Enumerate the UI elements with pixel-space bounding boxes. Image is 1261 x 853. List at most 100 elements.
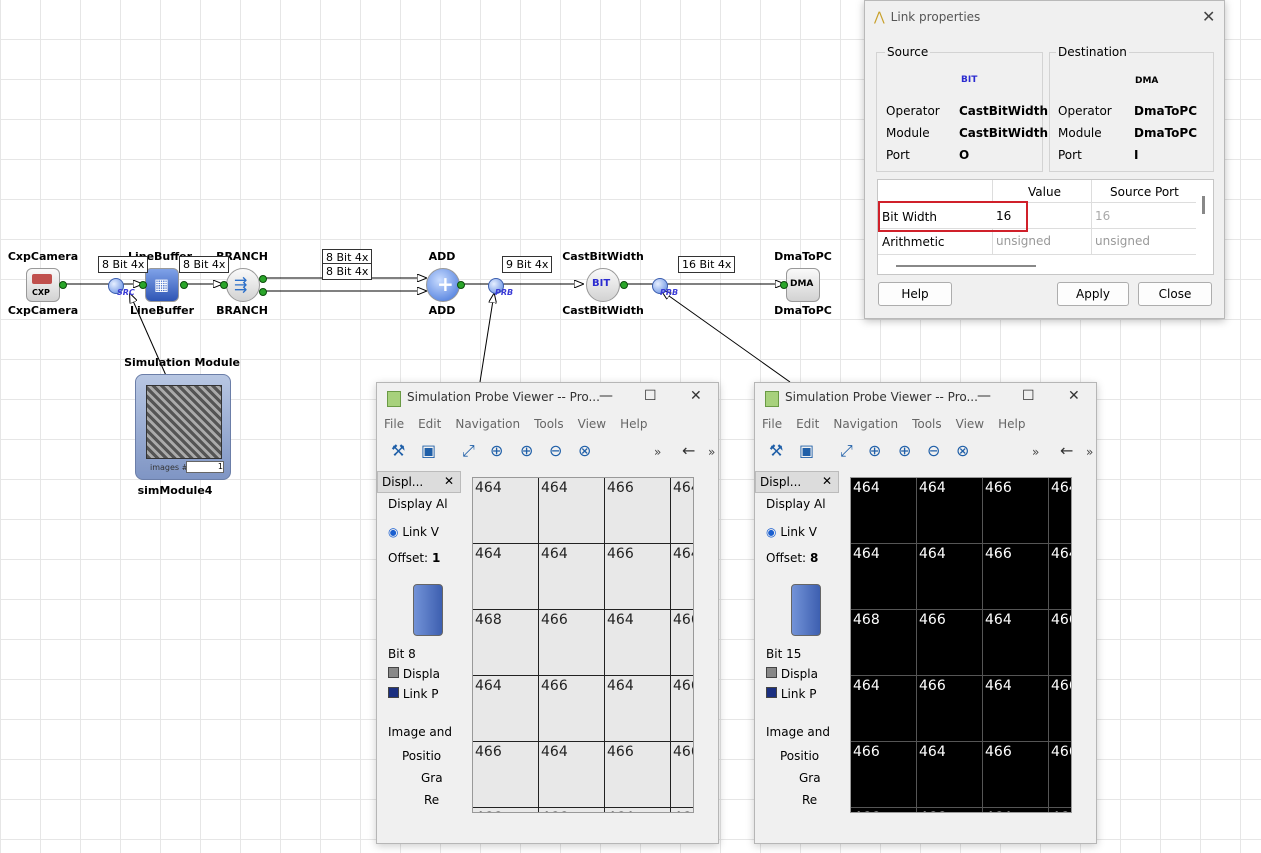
link-tag[interactable]: 8 Bit 4x bbox=[179, 256, 230, 273]
offset-row: Offset: 8 bbox=[766, 551, 818, 565]
close-icon[interactable]: ✕ bbox=[444, 474, 454, 488]
link-tag[interactable]: 16 Bit 4x bbox=[678, 256, 736, 273]
output-port[interactable] bbox=[259, 288, 267, 296]
source-port-label: Port bbox=[886, 148, 910, 162]
menu-tools[interactable]: Tools bbox=[527, 417, 571, 437]
link-checkbox[interactable]: Link P bbox=[766, 687, 816, 701]
menu-navigation[interactable]: Navigation bbox=[448, 417, 527, 437]
chevron-right-icon[interactable]: » bbox=[1086, 445, 1093, 459]
menu-edit[interactable]: Edit bbox=[411, 417, 448, 437]
pixel-cell: 464 bbox=[917, 742, 983, 808]
vertical-scrollbar[interactable] bbox=[1202, 196, 1205, 214]
output-port[interactable] bbox=[180, 281, 188, 289]
pixel-cell: 466 bbox=[539, 676, 605, 742]
column-header-value[interactable]: Value bbox=[1028, 185, 1061, 199]
panel-tab[interactable]: Displ... ✕ bbox=[755, 471, 839, 493]
input-port[interactable] bbox=[220, 281, 228, 289]
input-port[interactable] bbox=[780, 281, 788, 289]
save-icon[interactable]: ▣ bbox=[799, 441, 814, 460]
dialog-titlebar[interactable]: ⋀ Link properties bbox=[865, 1, 1224, 33]
link-tag[interactable]: 8 Bit 4x bbox=[322, 263, 373, 280]
zoom-fit-icon[interactable]: ⊕ bbox=[868, 441, 881, 460]
maximize-icon[interactable]: ☐ bbox=[1022, 388, 1035, 404]
pixel-cell: 468 bbox=[473, 610, 539, 676]
maximize-icon[interactable]: ☐ bbox=[644, 388, 657, 404]
menu-help[interactable]: Help bbox=[991, 417, 1032, 437]
minimize-icon[interactable]: — bbox=[599, 388, 613, 404]
close-icon[interactable]: ✕ bbox=[822, 474, 832, 488]
link-radio[interactable]: ◉ Link V bbox=[766, 525, 817, 539]
tools-icon[interactable]: ⚒ bbox=[769, 441, 783, 460]
input-port[interactable] bbox=[139, 281, 147, 289]
offset-row: Offset: 1 bbox=[388, 551, 440, 565]
dest-port-value: I bbox=[1134, 148, 1139, 162]
link-checkbox[interactable]: Link P bbox=[388, 687, 438, 701]
menu-file[interactable]: File bbox=[755, 417, 789, 437]
zoom-in-icon[interactable]: ⊕ bbox=[520, 441, 533, 460]
node-top-label: DmaToPC bbox=[774, 250, 832, 263]
pixel-grid[interactable]: 4644644664644644644664644684664644664644… bbox=[850, 477, 1072, 813]
apply-button[interactable]: Apply bbox=[1057, 282, 1129, 306]
tools-icon[interactable]: ⚒ bbox=[391, 441, 405, 460]
menu-view[interactable]: View bbox=[949, 417, 991, 437]
bit-slider[interactable] bbox=[791, 584, 821, 636]
fit-icon[interactable]: ⤢ bbox=[462, 441, 475, 461]
bit-slider[interactable] bbox=[413, 584, 443, 636]
output-port[interactable] bbox=[620, 281, 628, 289]
link-tag[interactable]: 8 Bit 4x bbox=[98, 256, 149, 273]
horizontal-scrollbar[interactable] bbox=[896, 265, 1036, 267]
pixel-cell: 466 bbox=[917, 676, 983, 742]
output-port[interactable] bbox=[59, 281, 67, 289]
images-value[interactable]: 1 bbox=[186, 461, 224, 473]
menu-tools[interactable]: Tools bbox=[905, 417, 949, 437]
save-icon[interactable]: ▣ bbox=[421, 441, 436, 460]
dma-icon: DMA bbox=[786, 268, 820, 302]
zoom-in-icon[interactable]: ⊕ bbox=[898, 441, 911, 460]
images-label: images # bbox=[150, 463, 189, 472]
output-port[interactable] bbox=[457, 281, 465, 289]
zoom-out-icon[interactable]: ⊖ bbox=[927, 441, 940, 460]
help-button[interactable]: Help bbox=[878, 282, 952, 306]
panel-tab[interactable]: Displ... ✕ bbox=[377, 471, 461, 493]
display-checkbox[interactable]: Displa bbox=[388, 667, 440, 681]
display-checkbox[interactable]: Displa bbox=[766, 667, 818, 681]
probe-label: PRB bbox=[660, 288, 679, 297]
display-panel: Displ... ✕ Display Al ◉ Link V Offset: 1… bbox=[377, 471, 461, 841]
link-properties-dialog[interactable]: ⋀ Link properties ✕ Source BIT Operator … bbox=[864, 0, 1225, 319]
link-radio[interactable]: ◉ Link V bbox=[388, 525, 439, 539]
output-port[interactable] bbox=[259, 275, 267, 283]
properties-table[interactable]: Value Source Port Bit Width 16 16 Arithm… bbox=[877, 179, 1214, 275]
pixel-cell: 464 bbox=[671, 478, 693, 544]
pixel-grid[interactable]: 4644644664644644644664644684664644664644… bbox=[472, 477, 694, 813]
dest-module-label: Module bbox=[1058, 126, 1102, 140]
link-tag[interactable]: 9 Bit 4x bbox=[502, 256, 553, 273]
menu-navigation[interactable]: Navigation bbox=[826, 417, 905, 437]
close-icon[interactable]: ✕ bbox=[690, 388, 702, 404]
pixel-cell: 464 bbox=[539, 478, 605, 544]
menu-edit[interactable]: Edit bbox=[789, 417, 826, 437]
probe-viewer-2[interactable]: Simulation Probe Viewer -- Pro... — ☐ ✕ … bbox=[754, 382, 1097, 844]
zoom-reset-icon[interactable]: ⊗ bbox=[578, 441, 591, 460]
fit-icon[interactable]: ⤢ bbox=[840, 441, 853, 461]
column-header-source-port[interactable]: Source Port bbox=[1110, 185, 1179, 199]
table-row[interactable]: Arithmetic unsigned unsigned bbox=[878, 229, 1196, 255]
minimize-icon[interactable]: — bbox=[977, 388, 991, 404]
close-icon[interactable]: ✕ bbox=[1068, 388, 1080, 404]
close-button[interactable]: Close bbox=[1138, 282, 1212, 306]
node-glyph: BIT bbox=[592, 278, 611, 289]
zoom-out-icon[interactable]: ⊖ bbox=[549, 441, 562, 460]
chevron-right-icon[interactable]: » bbox=[654, 445, 661, 459]
zoom-reset-icon[interactable]: ⊗ bbox=[956, 441, 969, 460]
arithmetic-value[interactable]: unsigned bbox=[996, 234, 1051, 248]
menu-help[interactable]: Help bbox=[613, 417, 654, 437]
back-arrow-icon[interactable]: ← bbox=[682, 441, 695, 460]
row-source: unsigned bbox=[1095, 234, 1151, 248]
close-icon[interactable]: ✕ bbox=[1202, 7, 1215, 26]
zoom-fit-icon[interactable]: ⊕ bbox=[490, 441, 503, 460]
back-arrow-icon[interactable]: ← bbox=[1060, 441, 1073, 460]
chevron-right-icon[interactable]: » bbox=[1032, 445, 1039, 459]
menu-file[interactable]: File bbox=[377, 417, 411, 437]
probe-viewer-1[interactable]: Simulation Probe Viewer -- Pro... — ☐ ✕ … bbox=[376, 382, 719, 844]
chevron-right-icon[interactable]: » bbox=[708, 445, 715, 459]
menu-view[interactable]: View bbox=[571, 417, 613, 437]
